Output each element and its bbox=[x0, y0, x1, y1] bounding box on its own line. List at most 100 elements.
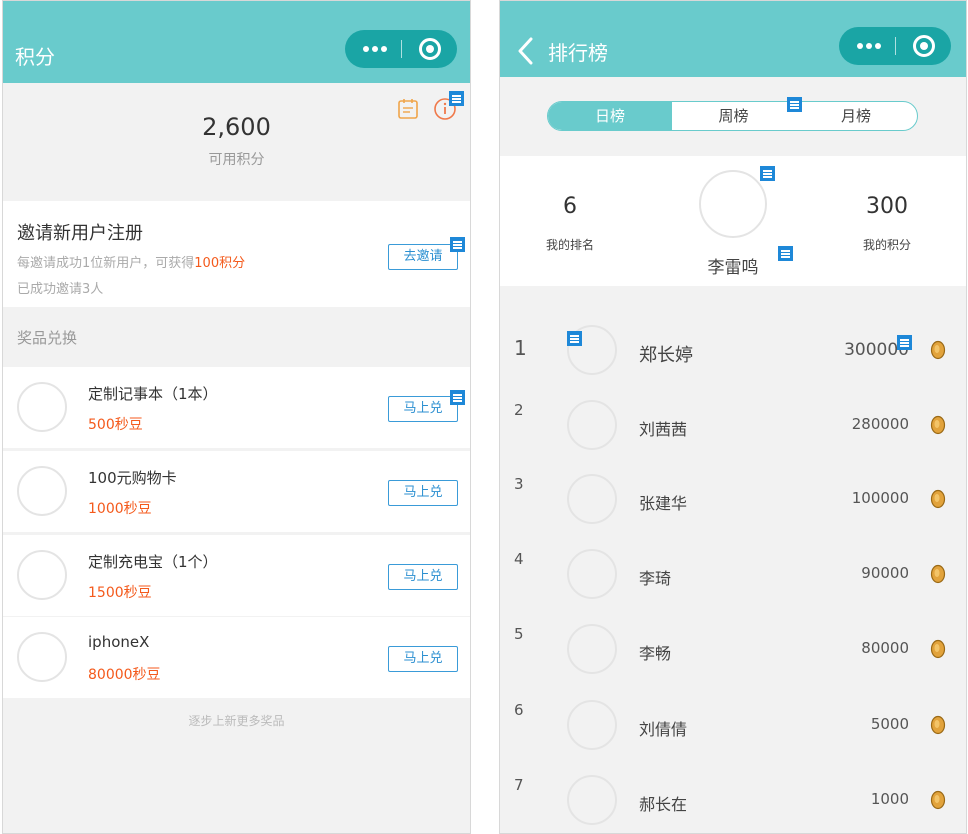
note-marker-icon bbox=[567, 331, 582, 346]
prize-name: 定制充电宝（1个） bbox=[88, 553, 218, 571]
rank-number: 4 bbox=[514, 550, 524, 568]
prize-image bbox=[17, 550, 67, 600]
coin-icon bbox=[930, 639, 946, 659]
ranking-name: 郝长在 bbox=[639, 795, 688, 814]
rank-number: 5 bbox=[514, 625, 524, 643]
ranking-name: 李畅 bbox=[639, 644, 672, 663]
prizes-section-title: 奖品兑换 bbox=[17, 329, 78, 347]
prize-price: 1000秒豆 bbox=[88, 501, 152, 517]
target-circle-icon[interactable] bbox=[913, 35, 935, 57]
redeem-button[interactable]: 马上兑 bbox=[388, 564, 458, 590]
period-tabs: 日榜 周榜 月榜 bbox=[547, 101, 918, 131]
redeem-button[interactable]: 马上兑 bbox=[388, 396, 458, 422]
ranking-avatar bbox=[567, 700, 617, 750]
ranking-name: 张建华 bbox=[639, 494, 688, 513]
more-dots-icon[interactable] bbox=[857, 43, 881, 49]
capsule-menu bbox=[345, 30, 457, 68]
prize-price: 1500秒豆 bbox=[88, 585, 152, 601]
ranking-avatar bbox=[567, 474, 617, 524]
ranking-name: 李琦 bbox=[639, 569, 672, 588]
my-rank-value: 6 bbox=[563, 194, 577, 219]
coin-icon bbox=[930, 415, 946, 435]
more-prizes-hint: 逐步上新更多奖品 bbox=[188, 714, 285, 728]
my-points-value: 300 bbox=[866, 194, 908, 219]
rank-number: 2 bbox=[514, 401, 524, 419]
points-nav-title: 积分 bbox=[15, 45, 55, 69]
rank-number: 7 bbox=[514, 776, 524, 794]
more-dots-icon[interactable] bbox=[363, 46, 387, 52]
ranking-row: 2 刘茜茜 280000 bbox=[500, 386, 966, 461]
points-screen: 积分 2,600 可用积分 邀请新用户注册 每邀请成功1位新用户，可获得100积… bbox=[2, 0, 471, 834]
note-marker-icon bbox=[450, 237, 465, 252]
ranking-name: 刘茜茜 bbox=[639, 420, 688, 439]
ranking-avatar bbox=[567, 775, 617, 825]
note-marker-icon bbox=[760, 166, 775, 181]
prize-name: 定制记事本（1本） bbox=[88, 385, 218, 403]
ranking-row: 6 刘倩倩 5000 bbox=[500, 686, 966, 761]
tab-monthly[interactable]: 月榜 bbox=[795, 102, 917, 130]
ranking-row: 4 李琦 90000 bbox=[500, 535, 966, 610]
chevron-left-icon[interactable] bbox=[516, 37, 534, 65]
tab-daily[interactable]: 日榜 bbox=[548, 102, 672, 130]
prize-item: iphoneX 80000秒豆 马上兑 bbox=[3, 617, 470, 698]
my-rank-card: 6 我的排名 李雷鸣 300 我的积分 bbox=[500, 156, 966, 286]
note-marker-icon bbox=[778, 246, 793, 261]
rank-number: 3 bbox=[514, 475, 524, 493]
prize-price: 500秒豆 bbox=[88, 417, 143, 433]
ranking-avatar bbox=[567, 624, 617, 674]
ranking-avatar bbox=[567, 400, 617, 450]
leaderboard-navbar: 排行榜 bbox=[500, 1, 966, 77]
prize-price: 80000秒豆 bbox=[88, 667, 161, 683]
ranking-name: 郑长婷 bbox=[639, 345, 693, 366]
invite-title: 邀请新用户注册 bbox=[17, 223, 143, 244]
coin-icon bbox=[930, 790, 946, 810]
note-marker-icon bbox=[449, 91, 464, 106]
tab-weekly[interactable]: 周榜 bbox=[672, 102, 795, 130]
ranking-name: 刘倩倩 bbox=[639, 720, 688, 739]
ranking-row: 5 李畅 80000 bbox=[500, 610, 966, 685]
prize-name: iphoneX bbox=[88, 633, 150, 651]
points-label: 可用积分 bbox=[208, 152, 265, 168]
rank-number: 6 bbox=[514, 701, 524, 719]
ranking-score: 5000 bbox=[870, 715, 909, 733]
capsule-divider bbox=[895, 37, 896, 55]
invite-reward: 100积分 bbox=[194, 256, 246, 271]
coin-icon bbox=[930, 489, 946, 509]
my-rank-label: 我的排名 bbox=[545, 238, 594, 252]
note-marker-icon bbox=[897, 335, 912, 350]
prize-image bbox=[17, 632, 67, 682]
points-navbar: 积分 bbox=[3, 1, 470, 83]
prize-image bbox=[17, 382, 67, 432]
rank-number: 1 bbox=[514, 336, 527, 360]
ranking-score: 80000 bbox=[861, 639, 909, 657]
my-avatar bbox=[699, 170, 767, 238]
invite-desc-text: 每邀请成功1位新用户，可获得 bbox=[17, 256, 195, 271]
coin-icon bbox=[930, 564, 946, 584]
points-value: 2,600 bbox=[202, 113, 271, 141]
ranking-row: 1 郑长婷 300000 bbox=[500, 311, 966, 386]
ranking-row: 3 张建华 100000 bbox=[500, 460, 966, 535]
leaderboard-nav-title: 排行榜 bbox=[548, 41, 608, 65]
prize-name: 100元购物卡 bbox=[88, 469, 177, 487]
note-marker-icon bbox=[787, 97, 802, 112]
leaderboard-screen: 排行榜 日榜 周榜 月榜 6 我的排名 李雷鸣 300 我的积分 1 郑长婷 3… bbox=[499, 0, 967, 834]
ranking-score: 100000 bbox=[851, 489, 909, 507]
redeem-button[interactable]: 马上兑 bbox=[388, 480, 458, 506]
my-name: 李雷鸣 bbox=[707, 258, 759, 278]
invite-button[interactable]: 去邀请 bbox=[388, 244, 458, 270]
prize-item: 定制记事本（1本） 500秒豆 马上兑 bbox=[3, 367, 470, 448]
note-marker-icon bbox=[450, 390, 465, 405]
invite-card: 邀请新用户注册 每邀请成功1位新用户，可获得100积分 已成功邀请3人 去邀请 bbox=[3, 201, 470, 307]
target-circle-icon[interactable] bbox=[419, 38, 441, 60]
coin-icon bbox=[930, 715, 946, 735]
my-points-label: 我的积分 bbox=[862, 238, 911, 252]
ranking-row: 7 郝长在 1000 bbox=[500, 761, 966, 833]
prize-item: 定制充电宝（1个） 1500秒豆 马上兑 bbox=[3, 535, 470, 616]
coin-icon bbox=[930, 340, 946, 360]
points-summary: 2,600 可用积分 bbox=[3, 83, 470, 201]
ranking-score: 280000 bbox=[851, 415, 909, 433]
ranking-score: 1000 bbox=[870, 790, 909, 808]
redeem-button[interactable]: 马上兑 bbox=[388, 646, 458, 672]
capsule-menu bbox=[839, 27, 951, 65]
invite-count: 已成功邀请3人 bbox=[17, 282, 104, 297]
